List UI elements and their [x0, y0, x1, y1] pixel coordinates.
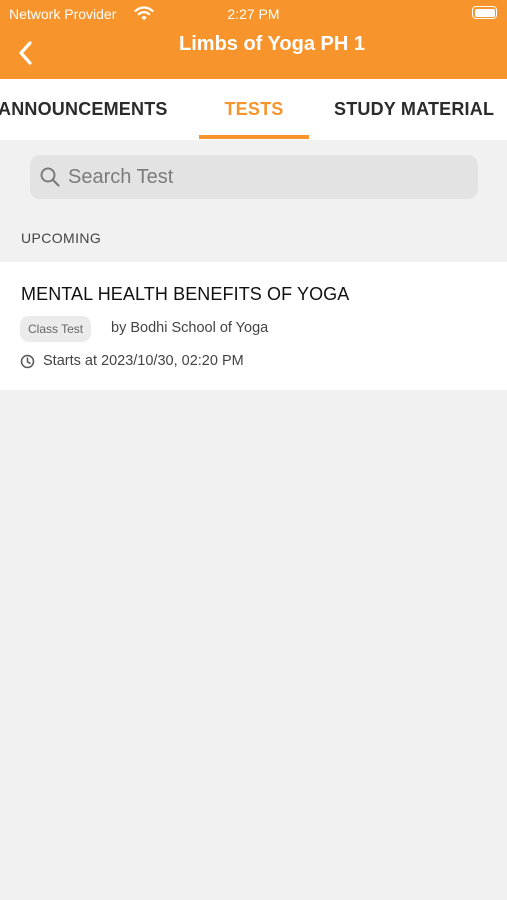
status-bar: Network Provider 2:27 PM [0, 0, 507, 28]
test-author: by Bodhi School of Yoga [111, 320, 269, 336]
tab-bar: ANNOUNCEMENTS TESTS STUDY MATERIAL [0, 79, 507, 140]
tab-announcements[interactable]: ANNOUNCEMENTS [0, 99, 168, 120]
test-type-badge: Class Test [20, 316, 92, 342]
battery-icon [472, 6, 497, 19]
section-heading-upcoming: UPCOMING [21, 230, 102, 246]
clock-icon [20, 354, 35, 369]
active-tab-indicator [199, 135, 309, 139]
search-bar[interactable] [30, 155, 478, 199]
tab-tests[interactable]: TESTS [199, 99, 309, 120]
battery-level [474, 8, 495, 17]
tab-study-material[interactable]: STUDY MATERIAL [334, 99, 494, 120]
clock-time: 2:27 PM [227, 6, 280, 22]
page-title: Limbs of Yoga PH 1 [179, 33, 365, 55]
search-input[interactable] [68, 155, 468, 199]
test-card[interactable]: MENTAL HEALTH BENEFITS OF YOGA Class Tes… [0, 262, 507, 390]
test-start-time: Starts at 2023/10/30, 02:20 PM [43, 353, 244, 369]
app-header: Network Provider 2:27 PM Limbs of Yoga P… [0, 0, 507, 79]
test-title: MENTAL HEALTH BENEFITS OF YOGA [21, 284, 350, 304]
search-icon [40, 167, 60, 187]
